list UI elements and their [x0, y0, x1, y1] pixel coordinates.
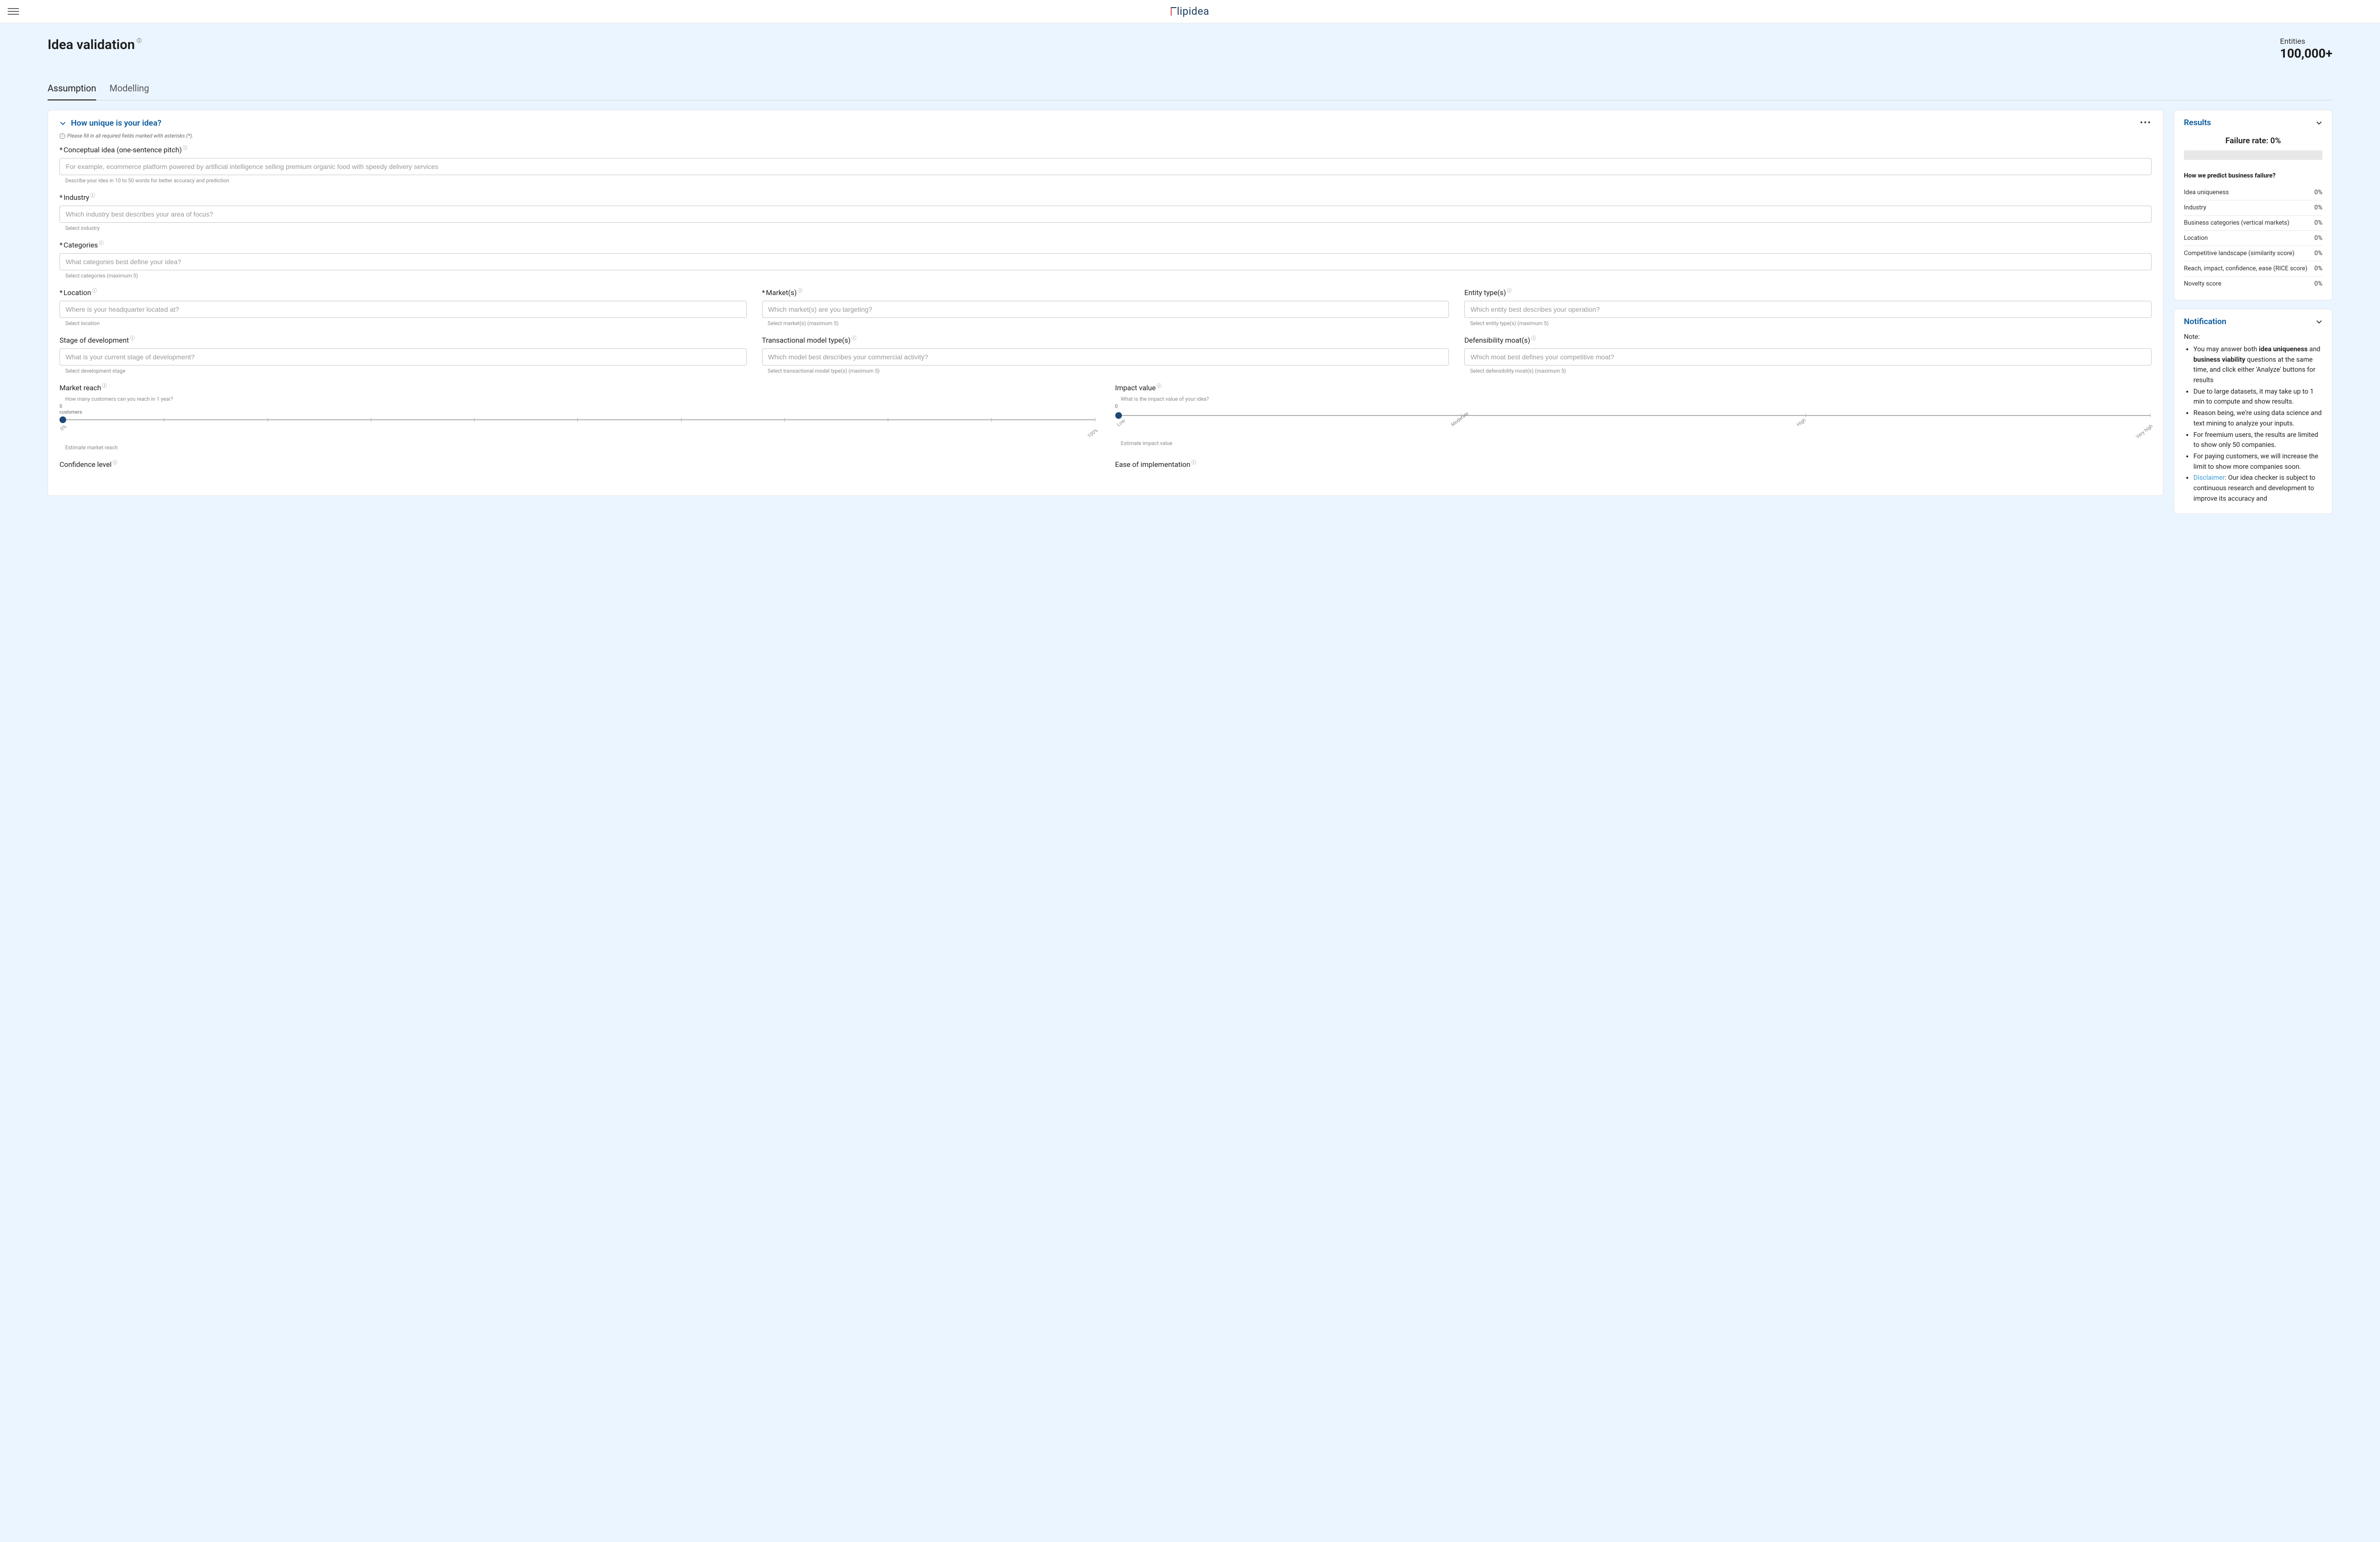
list-item: Reason being, we're using data science a… [2193, 408, 2322, 429]
reach-value: 0customers [60, 404, 1096, 415]
brand-logo: lipidea [1171, 6, 1210, 18]
tabs: Assumption Modelling [48, 78, 2332, 100]
info-icon[interactable]: ⓘ [183, 144, 188, 151]
info-icon[interactable]: ⓘ [1191, 458, 1196, 465]
metric-row: Competitive landscape (similarity score)… [2184, 246, 2322, 261]
tab-modelling[interactable]: Modelling [109, 78, 149, 100]
notification-card: Notification Note: You may answer both i… [2174, 309, 2332, 514]
failure-progress-bar [2184, 150, 2322, 160]
notification-list: You may answer both idea uniqueness and … [2184, 345, 2322, 504]
info-icon[interactable]: ⓘ [92, 287, 97, 294]
reach-axis: 0%100% [60, 428, 1096, 433]
info-icon[interactable]: ⓘ [1507, 287, 1512, 294]
industry-help: Select industry [65, 225, 2152, 231]
reach-question: How many customers can you reach in 1 ye… [65, 396, 1096, 402]
impact-question: What is the impact value of your idea? [1121, 396, 2152, 402]
info-icon[interactable]: ⓘ [99, 239, 104, 246]
location-input[interactable] [60, 301, 747, 318]
info-icon[interactable]: ⓘ [852, 334, 856, 341]
results-title: Results [2184, 118, 2211, 128]
markets-label: *Market(s)ⓘ [762, 288, 1449, 297]
ease-label: Ease of implementationⓘ [1115, 460, 2152, 469]
stage-input[interactable] [60, 348, 747, 366]
section-title: How unique is your idea? [71, 119, 161, 128]
top-bar: lipidea [0, 0, 2380, 23]
categories-input[interactable] [60, 253, 2152, 270]
reach-slider-thumb[interactable] [60, 416, 66, 423]
impact-slider[interactable] [1115, 415, 2152, 420]
info-icon[interactable]: ⓘ [798, 287, 803, 294]
note-label: Note: [2184, 333, 2322, 341]
chevron-down-icon[interactable] [60, 120, 66, 127]
trans-help: Select transactional model type(s) (maxi… [768, 368, 1449, 374]
info-icon[interactable]: ⓘ [112, 458, 117, 465]
stage-label: Stage of developmentⓘ [60, 336, 747, 345]
chevron-down-icon[interactable] [2316, 119, 2322, 126]
pitch-input[interactable] [60, 158, 2152, 175]
failure-rate: Failure rate: 0% [2184, 136, 2322, 146]
markets-input[interactable] [762, 301, 1449, 318]
categories-help: Select categories (maximum 5) [65, 273, 2152, 279]
industry-label: *Industryⓘ [60, 193, 2152, 202]
reach-slider[interactable] [60, 419, 1096, 424]
stage-help: Select development stage [65, 368, 747, 374]
entities-counter: Entities 100,000+ [2280, 37, 2332, 61]
list-item: Due to large datasets, it may take up to… [2193, 387, 2322, 407]
page-title: Idea validationⓘ [48, 37, 141, 52]
metric-row: Location0% [2184, 231, 2322, 246]
metric-row: Industry0% [2184, 200, 2322, 216]
main-card: How unique is your idea? ••• iPlease fil… [48, 110, 2163, 496]
more-dots-icon[interactable]: ••• [2140, 118, 2152, 128]
defens-input[interactable] [1464, 348, 2152, 366]
impact-label: Impact valueⓘ [1115, 384, 2152, 392]
info-icon[interactable]: ⓘ [90, 191, 95, 198]
info-icon: i [60, 133, 65, 139]
info-icon[interactable]: ⓘ [1157, 382, 1161, 389]
entities-label: Entities [2280, 37, 2332, 46]
results-card: Results Failure rate: 0% How we predict … [2174, 110, 2332, 300]
entity-label: Entity type(s)ⓘ [1464, 288, 2152, 297]
entity-help: Select entity type(s) (maximum 5) [1470, 320, 2152, 326]
reach-label: Market reachⓘ [60, 384, 1096, 392]
metric-row: Reach, impact, confidence, ease (RICE sc… [2184, 261, 2322, 277]
industry-input[interactable] [60, 206, 2152, 223]
notification-title: Notification [2184, 317, 2226, 326]
defens-label: Defensibility moat(s)ⓘ [1464, 336, 2152, 345]
chevron-down-icon[interactable] [2316, 318, 2322, 325]
info-icon[interactable]: ⓘ [130, 334, 135, 341]
menu-hamburger-icon[interactable] [8, 6, 19, 17]
location-label: *Locationⓘ [60, 288, 747, 297]
categories-label: *Categoriesⓘ [60, 241, 2152, 249]
trans-label: Transactional model type(s)ⓘ [762, 336, 1449, 345]
trans-input[interactable] [762, 348, 1449, 366]
predict-title: How we predict business failure? [2184, 172, 2322, 179]
metric-row: Novelty score0% [2184, 277, 2322, 291]
metric-row: Business categories (vertical markets)0% [2184, 216, 2322, 231]
entities-value: 100,000+ [2280, 47, 2332, 61]
disclaimer-link[interactable]: Disclaimer [2193, 474, 2225, 482]
list-item: You may answer both idea uniqueness and … [2193, 345, 2322, 386]
impact-value: 0 [1115, 404, 2152, 410]
metric-row: Idea uniqueness0% [2184, 185, 2322, 200]
confidence-label: Confidence levelⓘ [60, 460, 1096, 469]
info-icon[interactable]: ⓘ [137, 37, 141, 44]
entity-input[interactable] [1464, 301, 2152, 318]
logo-mark-icon [1171, 7, 1177, 16]
list-item: For paying customers, we will increase t… [2193, 452, 2322, 472]
list-item: Disclaimer: Our idea checker is subject … [2193, 473, 2322, 504]
pitch-help: Describe your idea in 10 to 50 words for… [65, 178, 2152, 184]
impact-axis: LowModerateHighVery high [1115, 424, 2152, 429]
location-help: Select location [65, 320, 747, 326]
info-icon[interactable]: ⓘ [102, 382, 107, 389]
reach-help: Estimate market reach [65, 445, 1096, 451]
required-note: iPlease fill in all required fields mark… [60, 133, 2152, 139]
tab-assumption[interactable]: Assumption [48, 78, 96, 100]
impact-slider-thumb[interactable] [1115, 412, 1122, 419]
markets-help: Select market(s) (maximum 5) [768, 320, 1449, 326]
impact-help: Estimate impact value [1121, 440, 2152, 446]
info-icon[interactable]: ⓘ [1531, 334, 1536, 341]
pitch-label: *Conceptual idea (one-sentence pitch)ⓘ [60, 146, 2152, 154]
defens-help: Select defensibility moat(s) (maximum 5) [1470, 368, 2152, 374]
list-item: For freemium users, the results are limi… [2193, 430, 2322, 451]
